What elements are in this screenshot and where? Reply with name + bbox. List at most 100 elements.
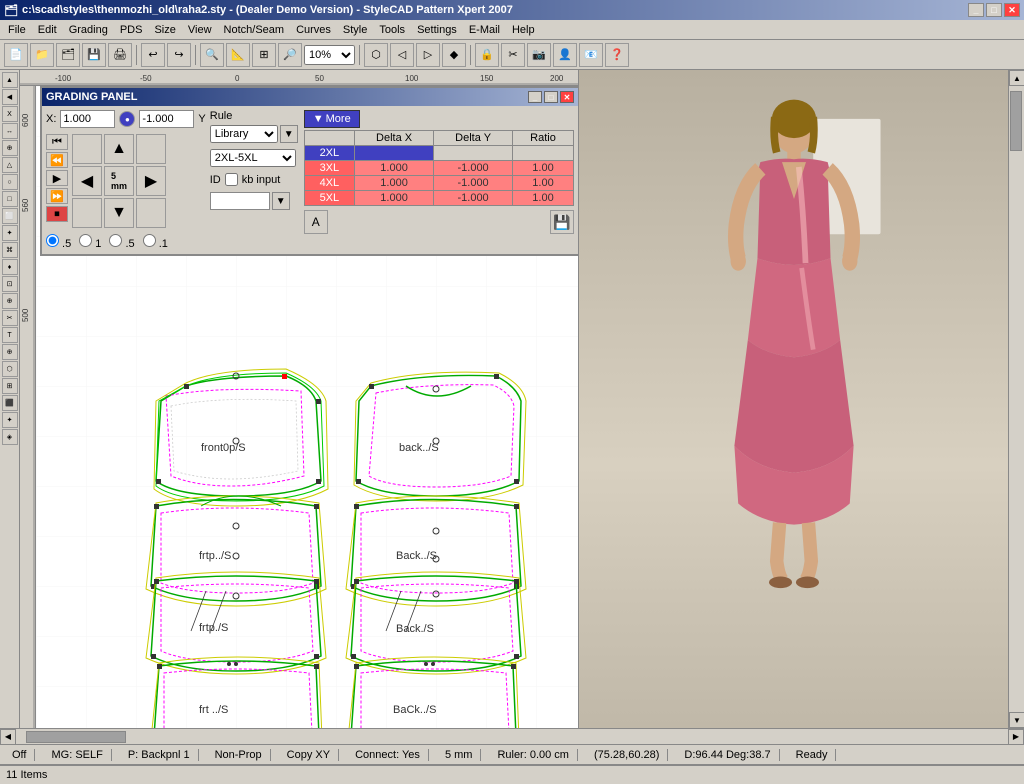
lt-btn-10[interactable]: ✦ <box>2 225 18 241</box>
lt-btn-4[interactable]: ↔ <box>2 123 18 139</box>
tool-e[interactable]: 🔒 <box>475 43 499 67</box>
zoom-select[interactable]: 10% 25% 50% 100% <box>304 45 355 65</box>
lt-btn-3[interactable]: X <box>2 106 18 122</box>
menu-size[interactable]: Size <box>148 22 181 38</box>
menu-notch-seam[interactable]: Notch/Seam <box>218 22 291 38</box>
grid-button[interactable]: ⊞ <box>252 43 276 67</box>
menu-style[interactable]: Style <box>337 22 373 38</box>
tool-c[interactable]: ▷ <box>416 43 440 67</box>
arrow-up[interactable]: ▲ <box>104 134 134 164</box>
lt-btn-8[interactable]: □ <box>2 191 18 207</box>
skip-first-button[interactable]: ⏮ <box>46 134 68 150</box>
lt-btn-1[interactable]: ▲ <box>2 72 18 88</box>
h-scroll-track[interactable] <box>16 730 1008 744</box>
open-button[interactable]: 📁 <box>30 43 54 67</box>
arrow-down-right[interactable] <box>136 198 166 228</box>
ratio-5xl[interactable]: 1.00 <box>513 191 574 206</box>
menu-curves[interactable]: Curves <box>290 22 337 38</box>
radio-5-label[interactable]: .5 <box>46 234 71 250</box>
undo-button[interactable]: ↩ <box>141 43 165 67</box>
measure-button[interactable]: 📐 <box>226 43 250 67</box>
tool-f[interactable]: ✂ <box>501 43 525 67</box>
kb-text-input[interactable] <box>210 192 270 210</box>
arrow-down[interactable]: ▼ <box>104 198 134 228</box>
xy-toggle-button[interactable]: ● <box>119 111 135 127</box>
h-scroll-thumb[interactable] <box>26 731 126 743</box>
deltay-3xl[interactable]: -1.000 <box>434 161 513 176</box>
arrow-right[interactable]: ▶ <box>136 166 166 196</box>
id-checkbox[interactable] <box>225 173 238 186</box>
panel-close-button[interactable]: ✕ <box>560 91 574 103</box>
menu-tools[interactable]: Tools <box>373 22 411 38</box>
table-row[interactable]: 4XL 1.000 -1.000 1.00 <box>304 176 573 191</box>
radio-5b[interactable] <box>109 234 122 247</box>
deltay-5xl[interactable]: -1.000 <box>434 191 513 206</box>
lt-btn-19[interactable]: ⊞ <box>2 378 18 394</box>
scroll-right-button[interactable]: ▶ <box>1008 729 1024 745</box>
radio-1-label[interactable]: 1 <box>79 234 101 250</box>
print-button[interactable]: 🖨 <box>108 43 132 67</box>
menu-pds[interactable]: PDS <box>114 22 149 38</box>
deltay-2xl[interactable] <box>434 146 513 161</box>
lt-btn-11[interactable]: ⌘ <box>2 242 18 258</box>
minimize-button[interactable]: _ <box>968 3 984 17</box>
arrow-down-left[interactable] <box>72 198 102 228</box>
tool-a[interactable]: ⬡ <box>364 43 388 67</box>
size-3xl[interactable]: 3XL <box>304 161 354 176</box>
scroll-track[interactable] <box>1009 86 1024 712</box>
zoom-out-button[interactable]: 🔎 <box>278 43 302 67</box>
scroll-thumb[interactable] <box>1010 91 1022 151</box>
scroll-up-button[interactable]: ▲ <box>1009 70 1024 86</box>
radio-1b[interactable] <box>143 234 156 247</box>
arrow-up-right[interactable] <box>136 134 166 164</box>
rule-dropdown-button[interactable]: ▼ <box>280 125 298 143</box>
menu-file[interactable]: File <box>2 22 32 38</box>
save-button[interactable]: 💾 <box>550 210 574 234</box>
radio-5b-label[interactable]: .5 <box>109 234 134 250</box>
lt-btn-13[interactable]: ⊡ <box>2 276 18 292</box>
lt-btn-12[interactable]: ♦ <box>2 259 18 275</box>
ratio-3xl[interactable]: 1.00 <box>513 161 574 176</box>
ratio-2xl[interactable] <box>513 146 574 161</box>
restore-button[interactable]: □ <box>986 3 1002 17</box>
tool-b[interactable]: ◁ <box>390 43 414 67</box>
lt-btn-21[interactable]: ✦ <box>2 412 18 428</box>
grading-panel-title[interactable]: GRADING PANEL _ □ ✕ <box>42 88 578 106</box>
play-button[interactable]: ▶ <box>46 170 68 186</box>
lt-btn-20[interactable]: ⬛ <box>2 395 18 411</box>
menu-grading[interactable]: Grading <box>63 22 114 38</box>
radio-1b-label[interactable]: .1 <box>143 234 168 250</box>
arrow-up-left[interactable] <box>72 134 102 164</box>
radio-1[interactable] <box>79 234 92 247</box>
table-row[interactable]: 2XL <box>304 146 573 161</box>
menu-view[interactable]: View <box>182 22 218 38</box>
lt-btn-5[interactable]: ⊕ <box>2 140 18 156</box>
lt-btn-2[interactable]: ◀ <box>2 89 18 105</box>
tool-i[interactable]: 📧 <box>579 43 603 67</box>
rule-select[interactable]: Library <box>210 125 278 143</box>
tool-h[interactable]: 👤 <box>553 43 577 67</box>
scroll-left-button[interactable]: ◀ <box>0 729 16 745</box>
canvas-area[interactable]: 600 560 500 <box>20 86 578 728</box>
lt-btn-6[interactable]: △ <box>2 157 18 173</box>
table-row[interactable]: 5XL 1.000 -1.000 1.00 <box>304 191 573 206</box>
tool-g[interactable]: 📷 <box>527 43 551 67</box>
scroll-down-button[interactable]: ▼ <box>1009 712 1024 728</box>
lt-btn-14[interactable]: ⊕ <box>2 293 18 309</box>
panel-restore-button[interactable]: □ <box>544 91 558 103</box>
radio-5[interactable] <box>46 234 59 247</box>
size-range-select[interactable]: 2XL-5XL <box>210 149 296 167</box>
zoom-in-button[interactable]: 🔍 <box>200 43 224 67</box>
lt-btn-18[interactable]: ⬡ <box>2 361 18 377</box>
lt-btn-9[interactable]: ⬜ <box>2 208 18 224</box>
kb-dropdown-button[interactable]: ▼ <box>272 192 290 210</box>
lt-btn-7[interactable]: ○ <box>2 174 18 190</box>
redo-button[interactable]: ↪ <box>167 43 191 67</box>
prev-button[interactable]: ⏪ <box>46 152 68 168</box>
new-button[interactable]: 📄 <box>4 43 28 67</box>
lt-btn-16[interactable]: T <box>2 327 18 343</box>
lt-btn-22[interactable]: ◈ <box>2 429 18 445</box>
deltay-4xl[interactable]: -1.000 <box>434 176 513 191</box>
deltax-3xl[interactable]: 1.000 <box>354 161 433 176</box>
lt-btn-15[interactable]: ✂ <box>2 310 18 326</box>
